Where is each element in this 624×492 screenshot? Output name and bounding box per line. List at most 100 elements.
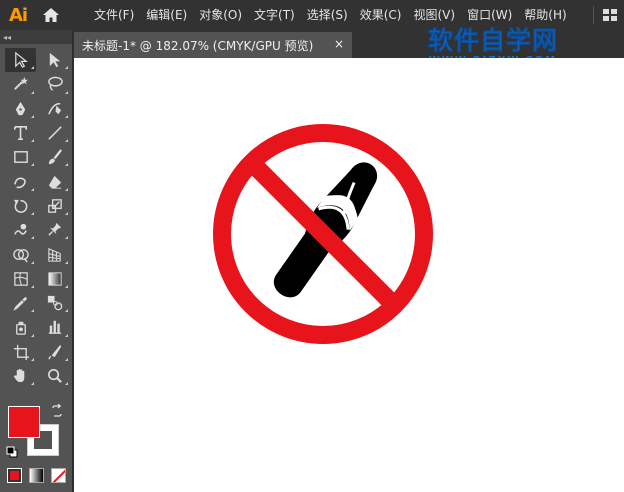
perspective-grid-tool[interactable] [39, 242, 70, 266]
tool-flyout-indicator [31, 284, 34, 288]
shape-builder-icon [12, 248, 29, 263]
symbol-sprayer-tool[interactable] [5, 315, 36, 339]
tool-flyout-indicator [65, 139, 68, 143]
paintbrush-icon [48, 149, 62, 165]
gradient-tool[interactable] [39, 267, 70, 291]
blend-icon [47, 296, 62, 311]
lasso-icon [47, 77, 63, 92]
menu-item[interactable]: 效果(C) [354, 0, 408, 30]
line-segment-icon [47, 126, 62, 140]
tool-flyout-indicator [65, 236, 68, 240]
tool-flyout-indicator [65, 357, 68, 361]
workspace-switcher-button[interactable] [596, 0, 624, 30]
menu-item[interactable]: 选择(S) [301, 0, 354, 30]
paintbrush-tool[interactable] [39, 145, 70, 169]
fill-color-swatch[interactable] [8, 406, 40, 438]
pen-tool[interactable] [5, 97, 36, 121]
tool-flyout-indicator [31, 260, 34, 264]
pen-icon [15, 101, 25, 115]
tool-flyout-indicator [31, 139, 34, 143]
mesh-icon [13, 272, 28, 286]
selection-arrow-icon [14, 51, 28, 69]
perspective-grid-icon [47, 247, 61, 262]
tools-panel-header[interactable]: ◂◂ [0, 30, 72, 44]
curvature-icon [47, 102, 61, 115]
column-graph-tool[interactable] [39, 315, 70, 339]
curvature-tool[interactable] [39, 97, 70, 121]
magic-wand-tool[interactable] [5, 72, 36, 96]
tool-flyout-indicator [65, 163, 68, 167]
home-button[interactable] [36, 0, 66, 30]
lasso-tool[interactable] [39, 72, 70, 96]
rotate-icon [13, 199, 27, 213]
type-tool[interactable] [5, 121, 36, 145]
column-graph-icon [48, 321, 61, 335]
tools-panel: ◂◂ [0, 30, 73, 492]
direct-selection-tool[interactable] [39, 48, 70, 72]
tool-flyout-indicator [31, 382, 34, 386]
rectangle-icon [13, 151, 28, 164]
line-segment-tool[interactable] [39, 121, 70, 145]
swap-fill-stroke-icon[interactable] [50, 404, 64, 418]
home-icon [43, 8, 59, 22]
document-tab[interactable]: 未标题-1* @ 182.07% (CMYK/GPU 预览) × [74, 32, 352, 58]
magic-wand-icon [13, 77, 28, 91]
tool-flyout-indicator [65, 309, 68, 313]
direct-selection-arrow-icon [49, 53, 60, 68]
zoom-icon [47, 369, 62, 383]
menu-item[interactable]: 对象(O) [193, 0, 248, 30]
tool-flyout-indicator [65, 260, 68, 264]
shape-builder-tool[interactable] [5, 242, 36, 266]
collapse-icon[interactable]: ◂◂ [3, 33, 11, 42]
app-logo: Ai [8, 4, 28, 26]
tool-flyout-indicator [31, 187, 34, 191]
tool-grid [0, 44, 72, 388]
tool-flyout-indicator [65, 212, 68, 216]
symbol-sprayer-icon [15, 322, 26, 336]
color-mode-button[interactable] [7, 468, 22, 483]
default-fill-stroke-icon[interactable] [6, 446, 18, 458]
tool-flyout-indicator [31, 333, 34, 337]
tool-flyout-indicator [65, 333, 68, 337]
eraser-tool[interactable] [39, 169, 70, 193]
blend-tool[interactable] [39, 291, 70, 315]
hand-icon [13, 368, 24, 383]
gradient-icon [47, 272, 62, 286]
tool-flyout-indicator [65, 187, 68, 191]
menu-item[interactable]: 文字(T) [248, 0, 301, 30]
artboard-canvas[interactable] [74, 58, 624, 492]
close-tab-button[interactable]: × [334, 37, 344, 51]
selection-tool[interactable] [5, 48, 36, 73]
mesh-tool[interactable] [5, 267, 36, 291]
rectangle-tool[interactable] [5, 145, 36, 169]
warp-icon [13, 224, 27, 235]
color-controls [0, 402, 73, 492]
eyedropper-tool[interactable] [5, 291, 36, 315]
eyedropper-icon [12, 296, 27, 311]
none-mode-button[interactable] [51, 468, 66, 483]
watermark-title: 软件自学网 [427, 26, 558, 55]
puppet-warp-tool[interactable] [39, 218, 70, 242]
tool-flyout-indicator [65, 284, 68, 288]
eraser-icon [48, 175, 61, 189]
artboard-tool[interactable] [5, 340, 36, 364]
zoom-tool[interactable] [39, 364, 70, 388]
gradient-mode-button[interactable] [29, 468, 44, 483]
menu-item[interactable]: 文件(F) [88, 0, 140, 30]
slice-tool[interactable] [39, 340, 70, 364]
no-slippers-sign[interactable] [208, 119, 438, 349]
rotate-tool[interactable] [5, 194, 36, 218]
tool-flyout-indicator [31, 236, 34, 240]
shaper-tool[interactable] [5, 169, 36, 193]
hand-tool[interactable] [5, 364, 36, 388]
tool-flyout-indicator [31, 309, 34, 313]
tool-flyout-indicator [31, 114, 34, 118]
tool-flyout-indicator [31, 66, 34, 70]
menu-item[interactable]: 编辑(E) [140, 0, 193, 30]
tool-flyout-indicator [31, 90, 34, 94]
warp-tool[interactable] [5, 218, 36, 242]
scale-tool[interactable] [39, 194, 70, 218]
tool-flyout-indicator [65, 66, 68, 70]
tool-flyout-indicator [31, 212, 34, 216]
menu-separator [593, 6, 594, 24]
